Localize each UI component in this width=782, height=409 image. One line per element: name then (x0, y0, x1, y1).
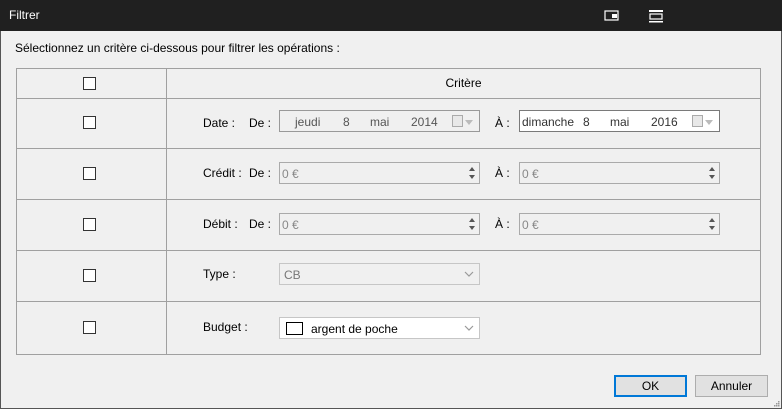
spin-down-button[interactable] (467, 224, 478, 233)
arrow-down-icon (469, 226, 475, 230)
window-menu-icon[interactable] (648, 9, 664, 23)
date-checkbox[interactable] (83, 116, 96, 129)
date-from-picker[interactable]: jeudi 8 mai 2014 (279, 110, 480, 132)
credit-to-spinbox[interactable]: 0 € (519, 162, 720, 184)
spin-down-button[interactable] (707, 224, 718, 233)
date-from-year: 2014 (411, 115, 438, 129)
window-layout-icon[interactable] (604, 9, 620, 23)
criteria-table: Critère Date : De : jeudi 8 mai 2014 À :… (16, 68, 761, 355)
row-divider (17, 148, 760, 149)
spin-down-button[interactable] (707, 173, 718, 182)
date-from-day: 8 (343, 115, 350, 129)
criteria-header: Critère (445, 76, 482, 90)
spin-up-button[interactable] (707, 164, 718, 173)
debit-to-label: À : (495, 217, 510, 231)
credit-from-value: 0 € (282, 167, 299, 181)
spin-down-button[interactable] (467, 173, 478, 182)
type-label: Type : (203, 267, 236, 281)
type-checkbox[interactable] (83, 269, 96, 282)
date-to-label: À : (495, 116, 510, 130)
chevron-down-icon (464, 271, 474, 277)
instruction-text: Sélectionnez un critère ci-dessous pour … (15, 41, 340, 55)
spin-up-button[interactable] (467, 164, 478, 173)
arrow-down-icon (469, 175, 475, 179)
date-from-weekday: jeudi (295, 115, 321, 129)
budget-checkbox[interactable] (83, 321, 96, 334)
date-label: Date : (203, 116, 236, 130)
debit-to-value: 0 € (522, 218, 539, 232)
arrow-up-icon (709, 218, 715, 222)
credit-checkbox[interactable] (83, 167, 96, 180)
budget-combobox[interactable]: argent de poche (279, 317, 480, 339)
row-divider (17, 98, 760, 99)
type-value: CB (284, 268, 301, 282)
budget-value: argent de poche (311, 322, 398, 336)
calendar-icon (692, 115, 703, 127)
calendar-icon (452, 115, 463, 127)
date-to-day: 8 (583, 115, 590, 129)
arrow-up-icon (469, 218, 475, 222)
chevron-down-icon (705, 120, 713, 125)
debit-checkbox[interactable] (83, 218, 96, 231)
debit-label: Débit : (203, 217, 238, 231)
credit-to-value: 0 € (522, 167, 539, 181)
debit-from-spinbox[interactable]: 0 € (279, 213, 480, 235)
cancel-button[interactable]: Annuler (695, 375, 768, 397)
ok-button[interactable]: OK (614, 375, 687, 397)
spin-up-button[interactable] (467, 215, 478, 224)
row-divider (17, 250, 760, 251)
chevron-down-icon (464, 325, 474, 331)
date-to-weekday: dimanche (522, 115, 575, 129)
resize-grip-icon[interactable] (774, 401, 780, 407)
column-divider (166, 69, 167, 354)
date-to-month: mai (610, 115, 630, 129)
budget-label: Budget : (203, 320, 248, 334)
spin-up-button[interactable] (707, 215, 718, 224)
budget-color-swatch (286, 322, 303, 335)
debit-from-label: De : (249, 217, 272, 231)
select-all-checkbox[interactable] (83, 77, 96, 90)
window-title: Filtrer (9, 8, 40, 22)
arrow-up-icon (709, 167, 715, 171)
credit-label: Crédit : (203, 166, 242, 180)
date-to-picker[interactable]: dimanche 8 mai 2016 (519, 110, 720, 132)
debit-from-value: 0 € (282, 218, 299, 232)
credit-from-spinbox[interactable]: 0 € (279, 162, 480, 184)
debit-to-spinbox[interactable]: 0 € (519, 213, 720, 235)
credit-to-label: À : (495, 166, 510, 180)
date-to-year: 2016 (651, 115, 678, 129)
row-divider (17, 301, 760, 302)
chevron-down-icon (465, 120, 473, 125)
date-from-month: mai (370, 115, 390, 129)
arrow-down-icon (709, 175, 715, 179)
arrow-up-icon (469, 167, 475, 171)
type-combobox[interactable]: CB (279, 263, 480, 285)
row-divider (17, 199, 760, 200)
title-bar: Filtrer (0, 0, 782, 31)
credit-from-label: De : (249, 166, 272, 180)
date-from-label: De : (249, 116, 272, 130)
arrow-down-icon (709, 226, 715, 230)
